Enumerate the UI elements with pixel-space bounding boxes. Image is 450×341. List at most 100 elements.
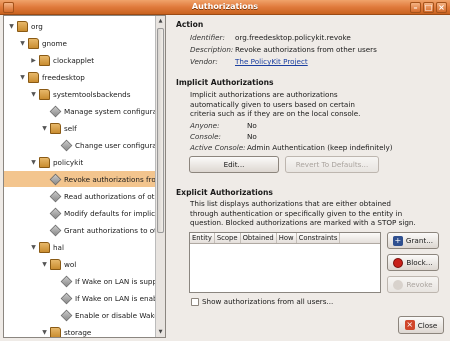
action-icon — [60, 139, 73, 151]
tree-item-label: storage — [64, 327, 92, 337]
tree-scrollbar[interactable]: ▲ ▼ — [155, 16, 165, 337]
action-heading: Action — [176, 20, 204, 29]
action-icon — [49, 105, 62, 117]
folder-icon — [17, 20, 28, 32]
folder-icon — [50, 326, 61, 337]
tree-action-item[interactable]: Modify defaults for implicit a — [4, 205, 155, 221]
column-header[interactable]: Entity — [190, 233, 215, 243]
folder-icon — [28, 37, 39, 49]
tree-action-item[interactable]: Manage system configuratio — [4, 103, 155, 119]
tree-folder-item[interactable]: ▼ policykit — [4, 154, 155, 170]
implicit-text-line: automatically given to users based on ce… — [190, 99, 355, 109]
active-console-label: Active Console: — [190, 143, 246, 152]
close-button-label: Close — [417, 320, 438, 330]
tree-folder-item[interactable]: ▶ clockapplet — [4, 52, 155, 68]
tree-folder-item[interactable]: ▼ hal — [4, 239, 155, 255]
explicit-description: This list displays authorizations that a… — [190, 199, 416, 228]
tree-item-label: Manage system configuratio — [64, 106, 155, 116]
tree-folder-item[interactable]: ▼ freedesktop — [4, 69, 155, 85]
expander-down-icon[interactable]: ▼ — [29, 91, 38, 98]
folder-icon — [39, 156, 50, 168]
close-window-icon[interactable]: × — [436, 2, 447, 13]
minimize-icon[interactable]: – — [410, 2, 421, 13]
revert-button-label: Revert To Defaults... — [295, 160, 369, 169]
tree-folder-item[interactable]: ▼ gnome — [4, 35, 155, 51]
tree-folder-item[interactable]: ▼ systemtoolsbackends — [4, 86, 155, 102]
active-console-value: Admin Authentication (keep indefinitely) — [247, 143, 393, 152]
folder-icon — [39, 241, 50, 253]
tree-folder-item[interactable]: ▼ storage — [4, 324, 155, 337]
scroll-up-icon[interactable]: ▲ — [156, 16, 165, 26]
action-icon — [60, 309, 73, 321]
expander-down-icon[interactable]: ▼ — [40, 329, 49, 336]
description-label: Description: — [190, 45, 234, 54]
tree-item-label: freedesktop — [42, 72, 85, 82]
folder-icon — [39, 54, 50, 66]
grant-button[interactable]: + Grant... — [387, 232, 439, 249]
expander-down-icon[interactable]: ▼ — [40, 261, 49, 268]
tree-action-item[interactable]: Change user configuratio — [4, 137, 155, 153]
edit-button[interactable]: Edit... — [189, 156, 279, 173]
revoke-icon — [393, 279, 404, 290]
tree-item-label: Read authorizations of other — [64, 191, 155, 201]
vendor-link[interactable]: The PolicyKit Project — [235, 57, 308, 66]
tree-item-label: policykit — [53, 157, 84, 167]
expander-right-icon[interactable]: ▶ — [29, 57, 38, 64]
vendor-label: Vendor: — [190, 57, 218, 66]
close-button[interactable]: × Close — [398, 316, 444, 334]
tree-folder-item[interactable]: ▼ wol — [4, 256, 155, 272]
tree-action-item[interactable]: Enable or disable Wake o — [4, 307, 155, 323]
tree-folder-item[interactable]: ▼ org — [4, 18, 155, 34]
expander-down-icon[interactable]: ▼ — [29, 244, 38, 251]
implicit-heading: Implicit Authorizations — [176, 78, 274, 87]
tree-item-label: If Wake on LAN is enabled — [75, 293, 155, 303]
action-icon — [49, 190, 62, 202]
anyone-value: No — [247, 121, 257, 130]
scroll-down-icon[interactable]: ▼ — [156, 327, 165, 337]
tree-item-label: Change user configuratio — [75, 140, 155, 150]
column-header[interactable]: How — [277, 233, 297, 243]
column-header[interactable]: Scope — [215, 233, 241, 243]
description-value: Revoke authorizations from other users — [235, 45, 377, 54]
action-icon — [49, 224, 62, 236]
tree-action-item[interactable]: Revoke authorizations from — [4, 171, 155, 187]
tree-item-label: Enable or disable Wake o — [75, 310, 155, 320]
tree-action-item[interactable]: If Wake on LAN is enabled — [4, 290, 155, 306]
tree-action-item[interactable]: Read authorizations of other — [4, 188, 155, 204]
maximize-icon[interactable]: □ — [423, 2, 434, 13]
show-all-users-checkbox[interactable] — [191, 298, 199, 306]
show-all-users-label[interactable]: Show authorizations from all users... — [202, 297, 333, 306]
folder-icon — [50, 122, 61, 134]
implicit-description: Implicit authorizations are authorizatio… — [190, 90, 360, 119]
tree-action-item[interactable]: If Wake on LAN is support — [4, 273, 155, 289]
block-button-label: Block... — [406, 258, 433, 267]
column-header[interactable]: Constraints — [297, 233, 341, 243]
action-icon — [60, 275, 73, 287]
action-icon — [60, 292, 73, 304]
stop-icon — [393, 257, 404, 268]
explicit-heading: Explicit Authorizations — [176, 188, 273, 197]
folder-icon — [28, 71, 39, 83]
expander-down-icon[interactable]: ▼ — [7, 23, 16, 30]
block-button[interactable]: Block... — [387, 254, 439, 271]
expander-down-icon[interactable]: ▼ — [40, 125, 49, 132]
action-tree[interactable]: ▼ org ▼ gnome ▶ clockapplet ▼ freedesktop ▼ syste… — [3, 15, 166, 338]
tree-action-item[interactable]: Grant authorizations to othe — [4, 222, 155, 238]
column-header[interactable]: Obtained — [241, 233, 277, 243]
authorizations-table[interactable]: Entity Scope Obtained How Constraints — [189, 232, 381, 293]
revoke-button-label: Revoke — [406, 280, 433, 289]
expander-down-icon[interactable]: ▼ — [29, 159, 38, 166]
tree-folder-item[interactable]: ▼ self — [4, 120, 155, 136]
tree-item-label: org — [31, 21, 43, 31]
console-value: No — [247, 132, 257, 141]
tree-item-label: If Wake on LAN is support — [75, 276, 155, 286]
title-bar[interactable]: Authorizations – □ × — [0, 0, 450, 15]
scrollbar-thumb[interactable] — [157, 28, 164, 233]
tree-item-label: clockapplet — [53, 55, 95, 65]
folder-icon — [50, 258, 61, 270]
tree-item-label: self — [64, 123, 77, 133]
revert-to-defaults-button[interactable]: Revert To Defaults... — [285, 156, 379, 173]
expander-down-icon[interactable]: ▼ — [18, 74, 27, 81]
expander-down-icon[interactable]: ▼ — [18, 40, 27, 47]
revoke-button[interactable]: Revoke — [387, 276, 439, 293]
